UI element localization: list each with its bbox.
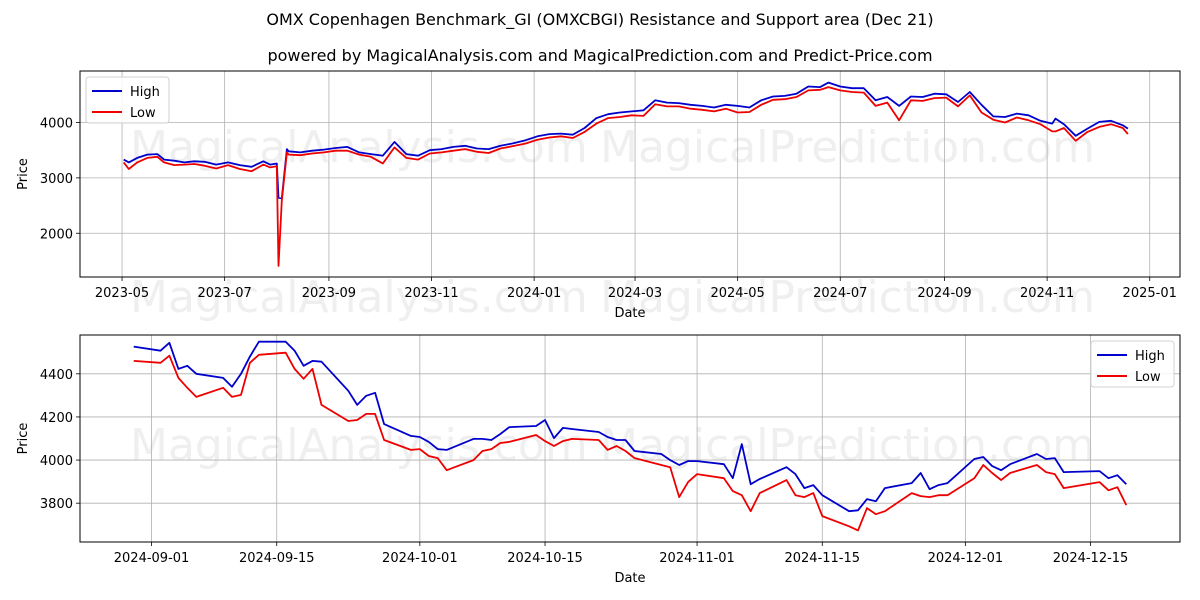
charts-canvas: MagicalAnalysis.com MagicalPrediction.com… (16, 70, 1181, 586)
watermark-text: MagicalPrediction.com (600, 122, 1095, 173)
x-tick-label: 2024-09 (917, 286, 971, 301)
x-tick-label: 2024-10-01 (382, 551, 458, 566)
x-tick-label: 2024-10-15 (507, 551, 583, 566)
series-line-low (122, 86, 1129, 267)
legend-box (85, 76, 170, 124)
plot-frame (79, 70, 1181, 278)
legend-label-low: Low (130, 106, 156, 121)
watermark-text: MagicalAnalysis.com (130, 420, 588, 471)
x-tick-label: 2024-12-15 (1053, 551, 1129, 566)
x-tick-label: 2024-09-15 (239, 551, 315, 566)
y-tick-label: 4400 (40, 368, 73, 383)
y-axis-label: Price (16, 158, 31, 190)
y-tick-label: 2000 (40, 227, 73, 242)
x-tick-label: 2023-05 (95, 286, 149, 301)
y-tick-label: 4200 (40, 411, 73, 426)
x-tick-label: 2025-01 (1123, 286, 1177, 301)
legend: High Low (85, 76, 170, 124)
x-tick-label: 2023-09 (302, 286, 356, 301)
y-tick-label: 4000 (40, 454, 73, 469)
legend-label-high: High (1135, 349, 1165, 364)
y-axis-label: Price (16, 423, 31, 455)
x-axis-label: Date (614, 571, 645, 586)
x-tick-label: 2024-11-01 (659, 551, 735, 566)
y-tick-label: 3800 (40, 497, 73, 512)
bottom-price-chart: MagicalAnalysis.com MagicalPrediction.com… (16, 334, 1181, 586)
x-tick-label: 2023-11 (404, 286, 458, 301)
x-tick-label: 2024-01 (507, 286, 561, 301)
x-axis-label: Date (614, 306, 645, 321)
legend-box (1090, 340, 1175, 388)
x-tick-label: 2024-11-15 (784, 551, 860, 566)
x-tick-label: 2024-07 (813, 286, 867, 301)
top-price-chart: MagicalAnalysis.com MagicalPrediction.com… (16, 70, 1181, 323)
x-tick-label: 2024-09-01 (114, 551, 190, 566)
x-tick-label: 2024-12-01 (928, 551, 1004, 566)
x-tick-label: 2024-03 (608, 286, 662, 301)
y-tick-label: 4000 (40, 117, 73, 132)
legend-label-low: Low (1135, 370, 1161, 385)
watermark-text: MagicalPrediction.com (600, 420, 1095, 471)
x-tick-label: 2024-11 (1020, 286, 1074, 301)
legend: High Low (1090, 340, 1175, 388)
x-tick-label: 2024-05 (710, 286, 764, 301)
y-tick-label: 3000 (40, 172, 73, 187)
legend-label-high: High (130, 85, 160, 100)
x-tick-label: 2023-07 (197, 286, 251, 301)
